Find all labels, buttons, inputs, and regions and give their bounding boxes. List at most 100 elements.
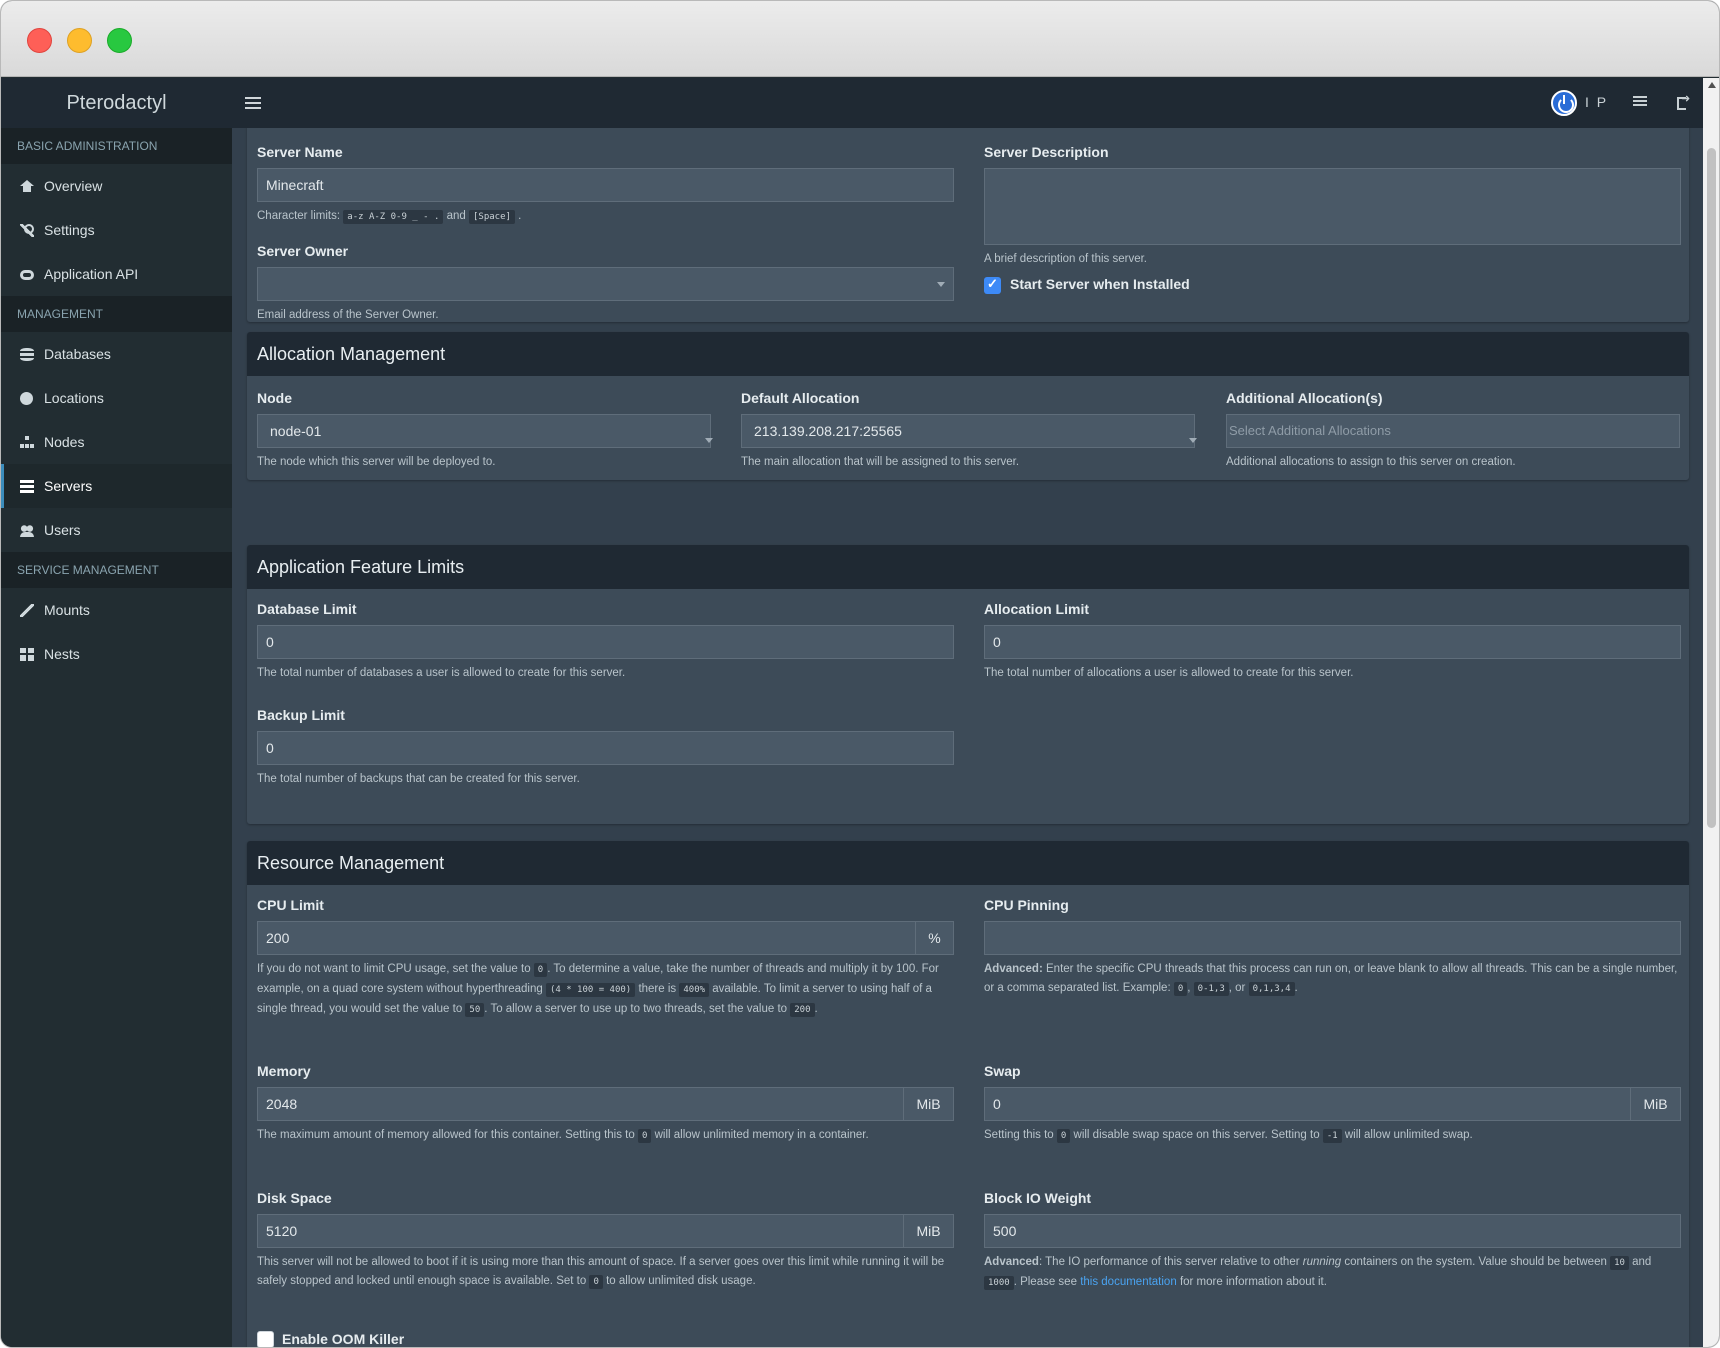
sidebar-item-servers[interactable]: Servers	[1, 464, 232, 508]
sidebar-header: BASIC ADMINISTRATION	[1, 128, 232, 164]
chevron-down-icon	[1189, 438, 1197, 443]
main-content: Server Name Minecraft Character limits: …	[232, 128, 1703, 1347]
avatar-power-icon[interactable]	[1551, 90, 1577, 116]
server-description-help: A brief description of this server.	[984, 253, 1147, 265]
sidebar-item-mounts[interactable]: Mounts	[1, 588, 232, 632]
sidebar-item-label: Overview	[44, 178, 103, 194]
users-icon	[20, 524, 34, 537]
start-when-installed-label[interactable]: Start Server when Installed	[1010, 276, 1190, 292]
block-io-input[interactable]: 500	[984, 1214, 1681, 1248]
swap-label: Swap	[984, 1063, 1021, 1079]
sidebar: BASIC ADMINISTRATION Overview Settings A…	[1, 128, 232, 1347]
sidebar-item-databases[interactable]: Databases	[1, 332, 232, 376]
scroll-thumb[interactable]	[1707, 148, 1716, 828]
scrollbar[interactable]	[1703, 78, 1719, 1347]
sidebar-item-label: Nests	[44, 646, 80, 662]
memory-input[interactable]: 2048 MiB	[257, 1087, 954, 1121]
disk-space-input[interactable]: 5120 MiB	[257, 1214, 954, 1248]
sidebar-toggle-icon[interactable]	[245, 94, 261, 112]
sidebar-header: SERVICE MANAGEMENT	[1, 552, 232, 588]
percent-addon: %	[915, 922, 953, 954]
close-window-button[interactable]	[27, 28, 52, 53]
node-select[interactable]: node-01	[257, 414, 711, 448]
memory-help: The maximum amount of memory allowed for…	[257, 1129, 869, 1143]
disk-unit-addon: MiB	[903, 1215, 953, 1247]
start-when-installed-checkbox[interactable]	[984, 276, 1001, 294]
resource-management-box: Resource Management CPU Limit 200% If yo…	[247, 841, 1689, 1347]
node-label: Node	[257, 390, 292, 406]
resource-management-title: Resource Management	[247, 841, 1689, 885]
brand-logo[interactable]: Pterodactyl	[1, 78, 232, 128]
server-description-label: Server Description	[984, 144, 1109, 160]
maximize-window-button[interactable]	[107, 28, 132, 53]
backup-limit-field: Backup Limit 0 The total number of backu…	[257, 707, 954, 789]
block-io-field: Block IO Weight 500 Advanced: The IO per…	[984, 1190, 1681, 1293]
additional-allocations-select[interactable]: Select Additional Allocations	[1226, 414, 1680, 448]
database-limit-help: The total number of databases a user is …	[257, 667, 626, 679]
disk-space-help: This server will not be allowed to boot …	[257, 1256, 945, 1289]
disk-space-field: Disk Space 5120 MiB This server will not …	[257, 1190, 954, 1292]
allocation-limit-field: Allocation Limit 0 The total number of a…	[984, 601, 1681, 683]
title-bar	[1, 1, 1719, 77]
server-owner-label: Server Owner	[257, 243, 349, 259]
backup-limit-help: The total number of backups that can be …	[257, 773, 580, 785]
chevron-down-icon	[937, 282, 945, 287]
cpu-pinning-label: CPU Pinning	[984, 897, 1069, 913]
sidebar-item-settings[interactable]: Settings	[1, 208, 232, 252]
cpu-limit-input[interactable]: 200%	[257, 921, 954, 955]
swap-unit-addon: MiB	[1630, 1088, 1680, 1120]
documentation-link[interactable]: this documentation	[1080, 1276, 1177, 1288]
server-owner-select[interactable]	[257, 267, 954, 301]
oom-killer-checkbox[interactable]	[257, 1331, 274, 1347]
sidebar-item-users[interactable]: Users	[1, 508, 232, 552]
allocation-management-title: Allocation Management	[247, 332, 1689, 376]
sidebar-item-nodes[interactable]: Nodes	[1, 420, 232, 464]
sidebar-item-label: Users	[44, 522, 81, 538]
magic-icon	[20, 604, 34, 617]
server-owner-field: Server Owner Email address of the Server…	[257, 243, 954, 325]
sign-out-icon[interactable]	[1677, 92, 1691, 110]
minimize-window-button[interactable]	[67, 28, 92, 53]
oom-killer-label[interactable]: Enable OOM Killer	[282, 1331, 404, 1347]
block-io-help: Advanced: The IO performance of this ser…	[984, 1256, 1652, 1290]
backup-limit-input[interactable]: 0	[257, 731, 954, 765]
default-allocation-label: Default Allocation	[741, 390, 860, 406]
sidebar-item-label: Settings	[44, 222, 95, 238]
node-help: The node which this server will be deplo…	[257, 456, 496, 468]
additional-allocations-field: Additional Allocation(s) Select Addition…	[1226, 390, 1680, 472]
database-icon	[20, 348, 34, 361]
allocation-limit-label: Allocation Limit	[984, 601, 1089, 617]
database-limit-field: Database Limit 0 The total number of dat…	[257, 601, 954, 683]
core-details-box: Server Name Minecraft Character limits: …	[247, 128, 1689, 322]
sidebar-item-label: Databases	[44, 346, 111, 362]
chevron-down-icon	[705, 438, 713, 443]
sidebar-item-label: Locations	[44, 390, 104, 406]
user-name[interactable]: I P	[1585, 94, 1608, 110]
sidebar-item-application-api[interactable]: Application API	[1, 252, 232, 296]
backup-limit-label: Backup Limit	[257, 707, 345, 723]
server-list-icon[interactable]	[1633, 96, 1647, 108]
scroll-up-arrow-icon[interactable]	[1708, 82, 1716, 88]
sidebar-item-locations[interactable]: Locations	[1, 376, 232, 420]
feature-limits-box: Application Feature Limits Database Limi…	[247, 545, 1689, 824]
sidebar-item-nests[interactable]: Nests	[1, 632, 232, 676]
cpu-pinning-field: CPU Pinning Advanced: Enter the specific…	[984, 897, 1681, 999]
memory-label: Memory	[257, 1063, 311, 1079]
database-limit-input[interactable]: 0	[257, 625, 954, 659]
home-icon	[20, 180, 34, 192]
sidebar-item-label: Servers	[44, 478, 93, 494]
swap-help: Setting this to 0 will disable swap spac…	[984, 1129, 1473, 1143]
server-description-textarea[interactable]	[984, 168, 1681, 245]
allocation-limit-input[interactable]: 0	[984, 625, 1681, 659]
swap-input[interactable]: 0 MiB	[984, 1087, 1681, 1121]
sidebar-item-overview[interactable]: Overview	[1, 164, 232, 208]
server-name-input[interactable]: Minecraft	[257, 168, 954, 202]
server-name-field: Server Name Minecraft Character limits: …	[257, 144, 954, 227]
sidebar-item-label: Nodes	[44, 434, 85, 450]
server-owner-help: Email address of the Server Owner.	[257, 309, 439, 321]
allocation-limit-help: The total number of allocations a user i…	[984, 667, 1354, 679]
additional-allocations-help: Additional allocations to assign to this…	[1226, 456, 1516, 468]
disk-space-label: Disk Space	[257, 1190, 332, 1206]
default-allocation-select[interactable]: 213.139.208.217:25565	[741, 414, 1195, 448]
cpu-pinning-input[interactable]	[984, 921, 1681, 955]
